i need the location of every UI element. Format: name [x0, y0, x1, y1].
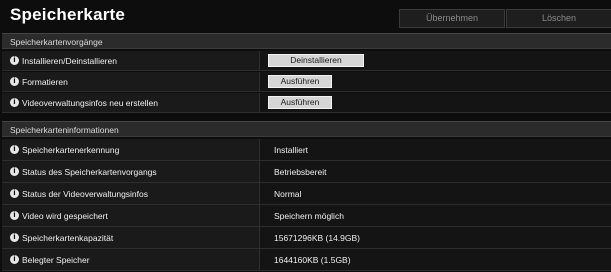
- format-execute-button[interactable]: Ausführen: [268, 75, 332, 88]
- info-icon[interactable]: i: [10, 98, 19, 107]
- row-value: Betriebsbereit: [274, 167, 327, 177]
- row-label: Belegter Speicher: [22, 255, 90, 265]
- row-video-info-status: i Status der Videoverwaltungsinfos Norma…: [2, 183, 611, 205]
- row-label: Videoverwaltungsinfos neu erstellen: [22, 98, 158, 108]
- value-cell: Ausführen: [260, 72, 611, 91]
- info-icon[interactable]: i: [10, 56, 19, 65]
- label-cell: i Videoverwaltungsinfos neu erstellen: [2, 93, 260, 112]
- rebuild-execute-button[interactable]: Ausführen: [268, 96, 332, 109]
- row-card-detection: i Speicherkartenerkennung Installiert: [2, 139, 611, 161]
- label-cell: i Speicherkartenkapazität: [2, 227, 260, 248]
- label-cell: i Status des Speicherkartenvorgangs: [2, 161, 260, 182]
- header: Speicherkarte Übernehmen Löschen: [0, 0, 611, 30]
- section-header-information: Speicherkarteninformationen: [2, 121, 611, 137]
- value-cell: Installiert: [260, 139, 611, 160]
- row-value: 15671296KB (14.9GB): [274, 233, 361, 243]
- value-cell: Speichern möglich: [260, 205, 611, 226]
- value-cell: 15671296KB (14.9GB): [260, 227, 611, 248]
- row-label: Speicherkartenkapazität: [22, 233, 114, 243]
- value-cell: Betriebsbereit: [260, 161, 611, 182]
- uninstall-button[interactable]: Deinstallieren: [268, 54, 364, 67]
- info-icon[interactable]: i: [10, 77, 19, 86]
- value-cell: Deinstallieren: [260, 51, 611, 70]
- delete-button[interactable]: Löschen: [506, 9, 611, 28]
- label-cell: i Status der Videoverwaltungsinfos: [2, 183, 260, 204]
- row-value: 1644160KB (1.5GB): [274, 255, 351, 265]
- row-format: i Formatieren Ausführen: [2, 72, 611, 92]
- label-cell: i Installieren/Deinstallieren: [2, 51, 260, 70]
- row-card-operation-status: i Status des Speicherkartenvorgangs Betr…: [2, 161, 611, 183]
- row-rebuild-video-info: i Videoverwaltungsinfos neu erstellen Au…: [2, 93, 611, 113]
- row-video-saving: i Video wird gespeichert Speichern mögli…: [2, 205, 611, 227]
- row-label: Video wird gespeichert: [22, 211, 108, 221]
- row-install-uninstall: i Installieren/Deinstallieren Deinstalli…: [2, 51, 611, 71]
- label-cell: i Speicherkartenerkennung: [2, 139, 260, 160]
- info-icon[interactable]: i: [10, 255, 19, 264]
- value-cell: 1644160KB (1.5GB): [260, 249, 611, 270]
- row-card-capacity: i Speicherkartenkapazität 15671296KB (14…: [2, 227, 611, 249]
- row-label: Status der Videoverwaltungsinfos: [22, 189, 149, 199]
- row-value: Installiert: [274, 145, 309, 155]
- row-label: Installieren/Deinstallieren: [22, 56, 117, 66]
- row-used-storage: i Belegter Speicher 1644160KB (1.5GB): [2, 249, 611, 271]
- info-icon[interactable]: i: [10, 167, 19, 176]
- label-cell: i Video wird gespeichert: [2, 205, 260, 226]
- info-icon[interactable]: i: [10, 211, 19, 220]
- label-cell: i Belegter Speicher: [2, 249, 260, 270]
- row-value: Speichern möglich: [274, 211, 344, 221]
- value-cell: Normal: [260, 183, 611, 204]
- row-label: Status des Speicherkartenvorgangs: [22, 167, 157, 177]
- apply-button[interactable]: Übernehmen: [399, 9, 505, 28]
- row-label: Speicherkartenerkennung: [22, 145, 120, 155]
- row-value: Normal: [274, 189, 302, 199]
- info-icon[interactable]: i: [10, 189, 19, 198]
- info-icon[interactable]: i: [10, 233, 19, 242]
- row-label: Formatieren: [22, 77, 68, 87]
- section-header-operations: Speicherkartenvorgänge: [2, 33, 611, 49]
- info-icon[interactable]: i: [10, 145, 19, 154]
- value-cell: Ausführen: [260, 93, 611, 112]
- label-cell: i Formatieren: [2, 72, 260, 91]
- page-title: Speicherkarte: [10, 5, 126, 24]
